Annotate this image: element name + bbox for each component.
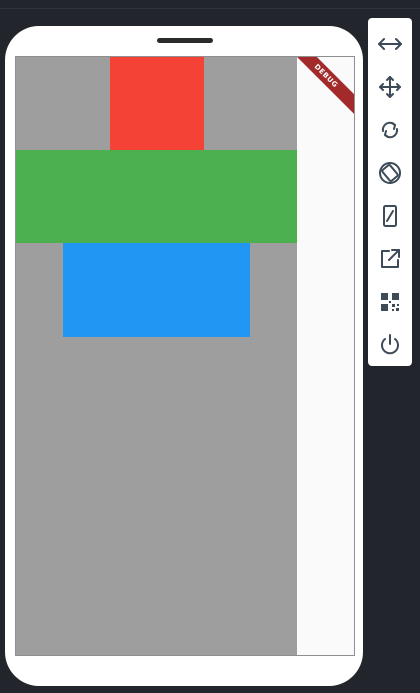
- green-box: [16, 150, 297, 243]
- resize-device-button[interactable]: [370, 194, 410, 237]
- power-button[interactable]: [370, 323, 410, 366]
- rotate-button[interactable]: [370, 108, 410, 151]
- device-speaker: [157, 38, 213, 43]
- rotate-device-button[interactable]: [370, 151, 410, 194]
- device-toolbar: [368, 18, 412, 366]
- device-screen[interactable]: DEBUG: [16, 57, 354, 655]
- move-button[interactable]: [370, 65, 410, 108]
- window-top-border: [0, 8, 420, 9]
- open-external-button[interactable]: [370, 237, 410, 280]
- red-box: [110, 57, 204, 150]
- qr-code-button[interactable]: [370, 280, 410, 323]
- rotate-icon: [381, 121, 399, 138]
- move-icon: [379, 75, 401, 98]
- blue-box: [63, 243, 250, 337]
- app-body: [16, 57, 297, 655]
- resize-horizontal-button[interactable]: [370, 22, 410, 65]
- power-icon: [381, 333, 399, 354]
- resize-horizontal-icon: [378, 37, 402, 50]
- rotate-device-icon: [379, 161, 401, 184]
- qr-code-icon: [381, 292, 399, 311]
- open-external-icon: [381, 248, 400, 268]
- resize-device-icon: [383, 204, 397, 227]
